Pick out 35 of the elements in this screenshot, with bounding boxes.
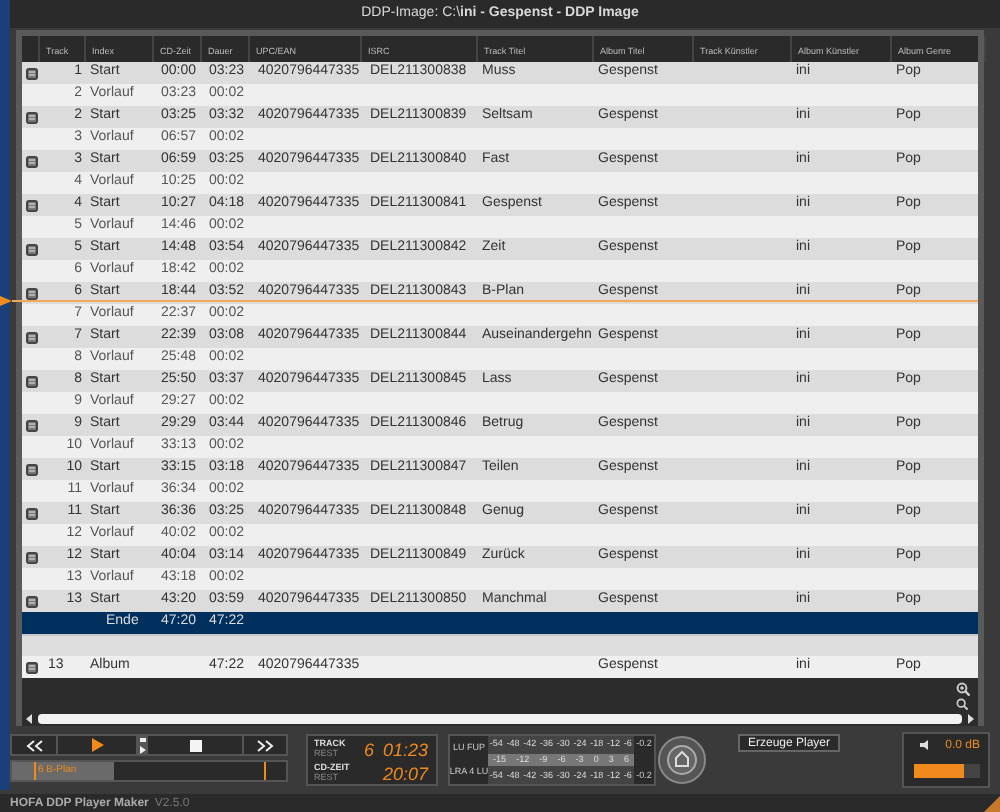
speaker-icon[interactable] (920, 740, 932, 750)
cd-text-icon[interactable] (25, 661, 37, 673)
cd-text-icon[interactable] (25, 287, 37, 299)
volume-slider[interactable] (914, 764, 980, 778)
stop-icon (189, 739, 201, 751)
track-end-marker (264, 762, 266, 780)
track-start-marker (34, 762, 36, 780)
rewind-icon (25, 739, 43, 751)
zoom-out-icon[interactable] (956, 698, 968, 710)
cd-text-icon[interactable] (25, 419, 37, 431)
track-time: 01:23 (382, 738, 428, 764)
scroll-left-icon[interactable] (26, 714, 34, 724)
marker-button[interactable] (138, 736, 148, 754)
cd-text-icon[interactable] (25, 199, 37, 211)
play-icon (91, 738, 103, 752)
resize-grip-icon[interactable] (984, 796, 1000, 812)
surround-knob-icon[interactable] (656, 736, 708, 784)
cd-text-icon[interactable] (25, 375, 37, 387)
cd-time: 20:07 (382, 762, 428, 788)
cd-text-icon[interactable] (25, 595, 37, 607)
cd-text-icon[interactable] (25, 331, 37, 343)
marker-icon (140, 737, 146, 753)
horizontal-scrollbar[interactable] (38, 714, 962, 724)
zoom-in-icon[interactable] (956, 682, 970, 696)
cd-text-icon[interactable] (25, 507, 37, 519)
playhead-triangle-icon[interactable] (0, 296, 12, 306)
cd-text-icon[interactable] (25, 243, 37, 255)
cd-text-icon[interactable] (25, 111, 37, 123)
cd-text-icon[interactable] (25, 67, 37, 79)
track-number: 6 (364, 738, 375, 764)
scroll-right-icon[interactable] (966, 714, 974, 724)
cd-text-icon[interactable] (25, 155, 37, 167)
cd-text-icon[interactable] (25, 551, 37, 563)
fast-forward-icon (256, 739, 274, 751)
cd-text-icon[interactable] (25, 463, 37, 475)
